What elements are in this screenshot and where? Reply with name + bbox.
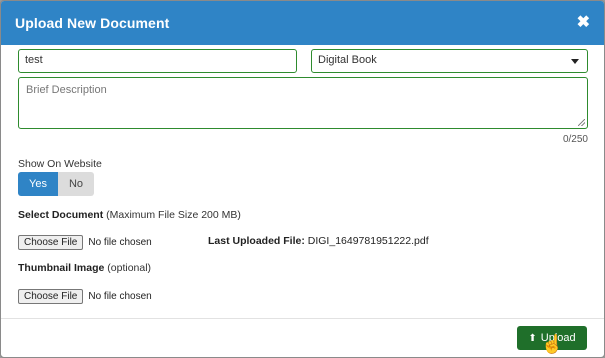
- title-input[interactable]: test: [18, 49, 297, 73]
- show-on-website-toggle: Yes No: [18, 172, 94, 196]
- close-icon[interactable]: ✖: [577, 15, 590, 31]
- toggle-no-button[interactable]: No: [58, 172, 94, 196]
- thumbnail-no-file-text: No file chosen: [88, 291, 152, 302]
- modal-title: Upload New Document: [15, 15, 170, 31]
- thumbnail-note: (optional): [107, 262, 152, 274]
- last-uploaded-value: DIGI_1649781951222.pdf: [307, 235, 429, 247]
- choose-thumbnail-button[interactable]: Choose File: [18, 289, 84, 304]
- thumbnail-file-input: Choose File No file chosen: [18, 289, 152, 304]
- description-textarea[interactable]: Brief Description: [18, 77, 588, 129]
- document-no-file-text: No file chosen: [88, 237, 152, 248]
- resize-handle-icon[interactable]: [578, 119, 585, 126]
- title-input-value: test: [25, 54, 43, 66]
- last-uploaded-file: Last Uploaded File: DIGI_1649781951222.p…: [208, 235, 429, 247]
- last-uploaded-label: Last Uploaded File:: [208, 235, 305, 247]
- thumbnail-label: Thumbnail Image (optional): [18, 262, 151, 274]
- choose-document-button[interactable]: Choose File: [18, 235, 84, 250]
- upload-document-modal: Upload New Document ✖ test Digital Book …: [0, 0, 605, 358]
- hand-cursor-icon: ☝: [541, 334, 564, 354]
- toggle-yes-button[interactable]: Yes: [18, 172, 58, 196]
- document-type-value: Digital Book: [318, 54, 377, 66]
- description-placeholder: Brief Description: [26, 84, 107, 96]
- document-file-input: Choose File No file chosen: [18, 235, 152, 250]
- chevron-down-icon: [571, 59, 579, 64]
- select-document-label: Select Document (Maximum File Size 200 M…: [18, 209, 241, 221]
- select-document-note: (Maximum File Size 200 MB): [106, 209, 241, 221]
- select-document-title: Select Document: [18, 209, 104, 221]
- footer-divider: [1, 318, 604, 319]
- modal-header: Upload New Document ✖: [1, 1, 604, 45]
- char-counter: 0/250: [562, 134, 588, 145]
- show-on-website-label: Show On Website: [18, 158, 102, 170]
- document-type-select[interactable]: Digital Book: [311, 49, 588, 73]
- thumbnail-title: Thumbnail Image: [18, 262, 105, 274]
- upload-icon: ⬆: [528, 332, 537, 344]
